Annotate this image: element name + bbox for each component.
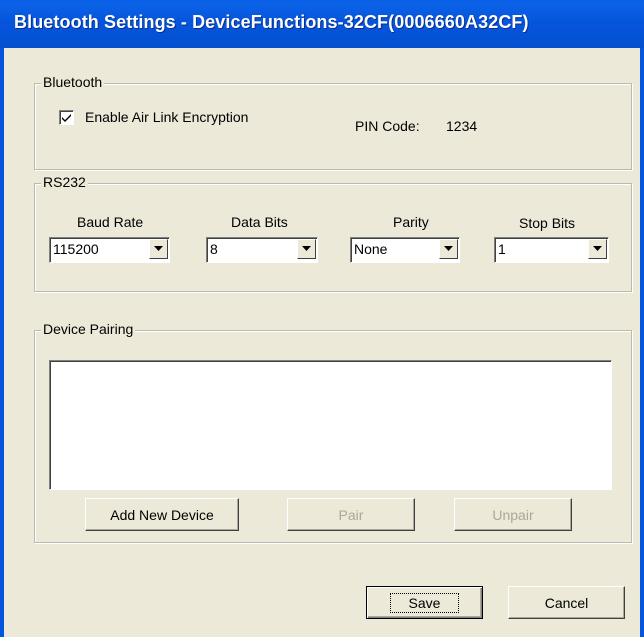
rs232-legend: RS232 bbox=[41, 174, 88, 190]
parity-label: Parity bbox=[393, 214, 429, 230]
stop-bits-dropdown-button[interactable] bbox=[588, 239, 607, 259]
baud-rate-select[interactable]: 115200 bbox=[49, 237, 170, 263]
device-pairing-group: Device Pairing Add New Device Pair Unpai… bbox=[34, 321, 632, 543]
baud-rate-label: Baud Rate bbox=[77, 214, 144, 230]
stop-bits-value: 1 bbox=[498, 241, 506, 257]
device-list[interactable] bbox=[49, 360, 612, 490]
add-new-device-button[interactable]: Add New Device bbox=[85, 498, 239, 531]
encryption-label: Enable Air Link Encryption bbox=[85, 109, 249, 125]
stop-bits-select[interactable]: 1 bbox=[494, 237, 609, 263]
data-bits-select[interactable]: 8 bbox=[206, 237, 318, 263]
unpair-button[interactable]: Unpair bbox=[454, 498, 572, 531]
save-button[interactable]: Save bbox=[366, 586, 483, 619]
rs232-group: RS232 Baud Rate Data Bits Parity Stop Bi… bbox=[34, 174, 632, 292]
checkmark-icon bbox=[62, 114, 71, 122]
data-bits-label: Data Bits bbox=[231, 214, 288, 230]
data-bits-dropdown-button[interactable] bbox=[297, 239, 316, 259]
parity-dropdown-button[interactable] bbox=[439, 239, 458, 259]
bluetooth-group: Bluetooth Enable Air Link Encryption PIN… bbox=[34, 74, 632, 170]
window-title: Bluetooth Settings - DeviceFunctions-32C… bbox=[14, 12, 529, 32]
save-button-label: Save bbox=[389, 592, 460, 613]
chevron-down-icon bbox=[593, 246, 602, 251]
device-pairing-legend: Device Pairing bbox=[41, 321, 136, 337]
stop-bits-label: Stop Bits bbox=[519, 215, 576, 231]
pin-code-value: 1234 bbox=[446, 118, 478, 134]
baud-rate-dropdown-button[interactable] bbox=[149, 239, 168, 259]
dialog-body: Bluetooth Enable Air Link Encryption PIN… bbox=[4, 48, 640, 637]
pin-code-label: PIN Code: bbox=[355, 118, 420, 134]
window-frame-right bbox=[640, 48, 644, 637]
baud-rate-value: 115200 bbox=[53, 241, 99, 257]
cancel-button[interactable]: Cancel bbox=[508, 586, 625, 619]
parity-value: None bbox=[354, 241, 388, 257]
chevron-down-icon bbox=[444, 246, 453, 251]
data-bits-value: 8 bbox=[210, 241, 218, 257]
chevron-down-icon bbox=[302, 246, 311, 251]
title-bar[interactable]: Bluetooth Settings - DeviceFunctions-32C… bbox=[0, 0, 644, 49]
bluetooth-legend: Bluetooth bbox=[41, 74, 105, 90]
chevron-down-icon bbox=[154, 246, 163, 251]
parity-select[interactable]: None bbox=[350, 237, 460, 263]
encryption-checkbox[interactable] bbox=[59, 110, 74, 125]
pair-button[interactable]: Pair bbox=[287, 498, 415, 531]
